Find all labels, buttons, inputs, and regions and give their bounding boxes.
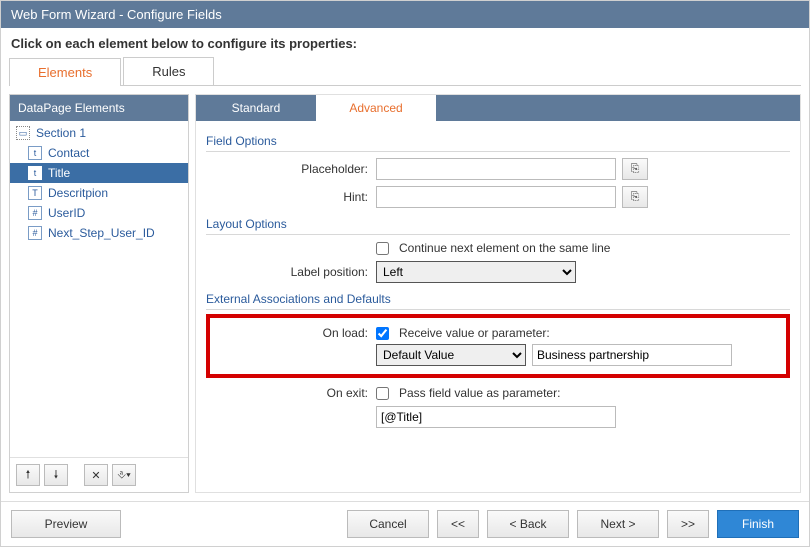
- tree-label: Next_Step_User_ID: [48, 226, 155, 240]
- tree-item-contact[interactable]: t Contact: [10, 143, 188, 163]
- cancel-button[interactable]: Cancel: [347, 510, 429, 538]
- right-panel: Standard Advanced Field Options Placehol…: [195, 94, 801, 493]
- tree-label: Title: [48, 166, 70, 180]
- param-picker-icon: ⎘: [631, 191, 640, 204]
- placeholder-param-button[interactable]: ⎘: [622, 158, 648, 180]
- onload-source-select[interactable]: Default Value: [376, 344, 526, 366]
- left-panel: DataPage Elements ▭ Section 1 t Contact …: [9, 94, 189, 493]
- preview-button[interactable]: Preview: [11, 510, 121, 538]
- label-position-select[interactable]: Left: [376, 261, 576, 283]
- tree-label: UserID: [48, 206, 85, 220]
- hint-label: Hint:: [206, 190, 376, 204]
- section-icon: ▭: [16, 126, 30, 140]
- move-down-button[interactable]: 🠗: [44, 464, 68, 486]
- move-up-button[interactable]: 🠕: [16, 464, 40, 486]
- label-position-label: Label position:: [206, 265, 376, 279]
- tab-advanced[interactable]: Advanced: [316, 95, 436, 121]
- placeholder-label: Placeholder:: [206, 162, 376, 176]
- tree-label: Contact: [48, 146, 89, 160]
- continue-same-line-checkbox[interactable]: [376, 242, 389, 255]
- footer: Preview Cancel << < Back Next > >> Finis…: [1, 501, 809, 546]
- back-button[interactable]: < Back: [487, 510, 569, 538]
- number-field-icon: #: [28, 206, 42, 220]
- onload-receive-label: Receive value or parameter:: [399, 326, 550, 340]
- tree-item-userid[interactable]: # UserID: [10, 203, 188, 223]
- delete-button[interactable]: ✕: [84, 464, 108, 486]
- tree-toolbar: 🠕 🠗 ✕ ⎀▾: [10, 457, 188, 492]
- finish-button[interactable]: Finish: [717, 510, 799, 538]
- advanced-panel: Field Options Placeholder: ⎘ Hint: ⎘ Lay…: [196, 121, 800, 492]
- onexit-param-input[interactable]: [376, 406, 616, 428]
- insert-button[interactable]: ⎀▾: [112, 464, 136, 486]
- window-title: Web Form Wizard - Configure Fields: [1, 1, 809, 28]
- onexit-label: On exit:: [206, 386, 376, 400]
- tree-label: Descritpion: [48, 186, 108, 200]
- tree-label: Section 1: [36, 126, 86, 140]
- onload-label: On load:: [216, 326, 376, 340]
- last-button[interactable]: >>: [667, 510, 709, 538]
- section-field-options: Field Options: [206, 131, 790, 152]
- onload-receive-checkbox[interactable]: [376, 327, 389, 340]
- placeholder-input[interactable]: [376, 158, 616, 180]
- element-tree: ▭ Section 1 t Contact t Title T Descritp…: [10, 121, 188, 457]
- hint-input[interactable]: [376, 186, 616, 208]
- continue-same-line-label: Continue next element on the same line: [399, 241, 610, 255]
- tab-rules[interactable]: Rules: [123, 57, 214, 85]
- onexit-pass-label: Pass field value as parameter:: [399, 386, 560, 400]
- highlight-box: On load: Receive value or parameter: Def…: [206, 314, 790, 378]
- tab-elements[interactable]: Elements: [9, 58, 121, 86]
- instruction-text: Click on each element below to configure…: [1, 28, 809, 57]
- first-button[interactable]: <<: [437, 510, 479, 538]
- text-field-icon: t: [28, 166, 42, 180]
- tab-standard[interactable]: Standard: [196, 95, 316, 121]
- tree-item-title[interactable]: t Title: [10, 163, 188, 183]
- top-tabs: Elements Rules: [9, 57, 801, 86]
- tree-item-nextstepuserid[interactable]: # Next_Step_User_ID: [10, 223, 188, 243]
- text-field-icon: t: [28, 146, 42, 160]
- textarea-icon: T: [28, 186, 42, 200]
- left-panel-header: DataPage Elements: [10, 95, 188, 121]
- section-layout-options: Layout Options: [206, 214, 790, 235]
- hint-param-button[interactable]: ⎘: [622, 186, 648, 208]
- param-picker-icon: ⎘: [631, 163, 640, 176]
- onload-default-value-input[interactable]: [532, 344, 732, 366]
- tree-item-description[interactable]: T Descritpion: [10, 183, 188, 203]
- section-external-assoc: External Associations and Defaults: [206, 289, 790, 310]
- onexit-pass-checkbox[interactable]: [376, 387, 389, 400]
- number-field-icon: #: [28, 226, 42, 240]
- tree-item-section1[interactable]: ▭ Section 1: [10, 123, 188, 143]
- right-tabs: Standard Advanced: [196, 95, 800, 121]
- next-button[interactable]: Next >: [577, 510, 659, 538]
